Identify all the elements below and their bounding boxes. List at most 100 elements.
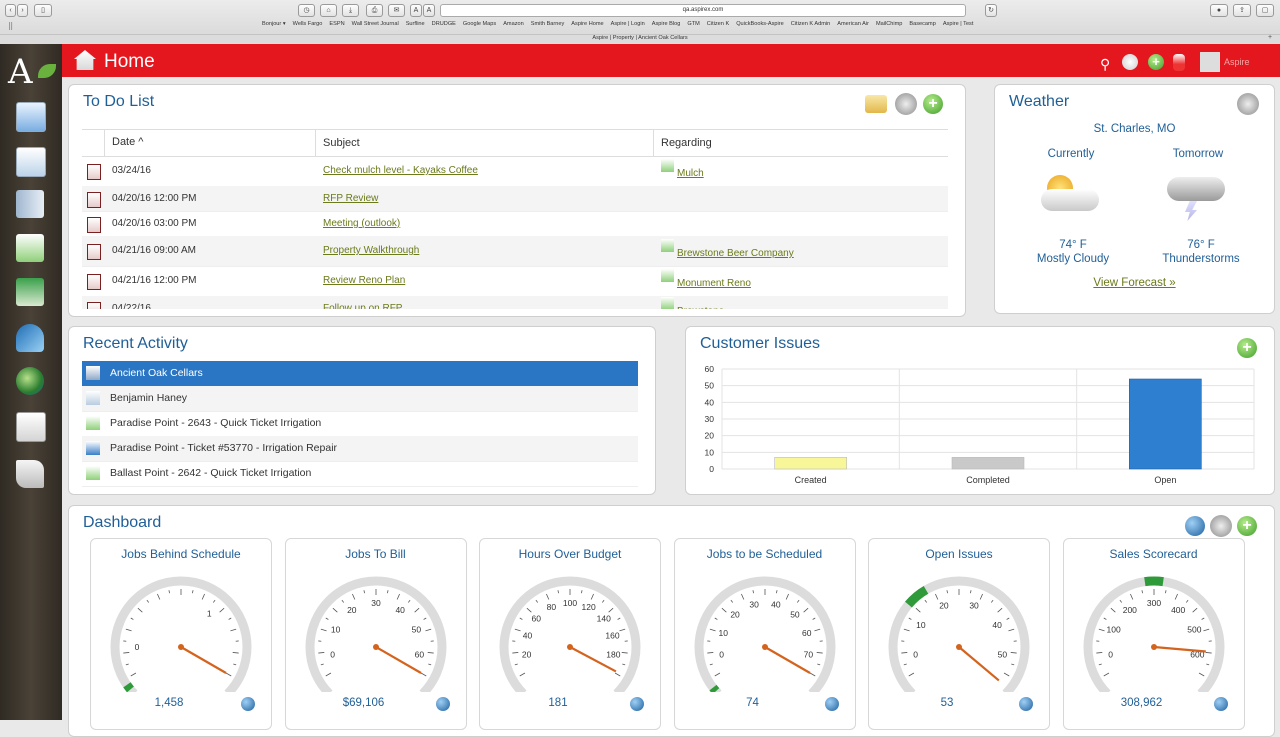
- bookmark-item[interactable]: Basecamp: [909, 21, 935, 31]
- forward-button[interactable]: ›: [17, 4, 28, 17]
- todo-regarding-link[interactable]: Brewstone Beer Company: [677, 248, 794, 259]
- bookmark-item[interactable]: Google Maps: [463, 21, 496, 31]
- table-row[interactable]: 04/21/16 09:00 AMProperty WalkthroughBre…: [82, 236, 948, 267]
- view-forecast-link[interactable]: View Forecast »: [995, 277, 1274, 289]
- back-button[interactable]: ‹: [5, 4, 16, 17]
- properties-icon[interactable]: [16, 190, 44, 218]
- mail-icon[interactable]: ✉: [388, 4, 405, 17]
- gauge-widget[interactable]: Jobs to be Scheduled74010203040506070: [674, 538, 856, 730]
- bookmark-item[interactable]: ESPN: [329, 21, 344, 31]
- bookmark-item[interactable]: DRUDGE: [432, 21, 456, 31]
- refresh-icon[interactable]: [1019, 697, 1033, 711]
- gauge-widget[interactable]: Hours Over Budget18120406080100120140160…: [479, 538, 661, 730]
- downloads-icon[interactable]: ⤓: [342, 4, 359, 17]
- clock-icon[interactable]: [1122, 54, 1138, 70]
- bookmark-item[interactable]: Citizen K Admin: [791, 21, 830, 31]
- todo-regarding-link[interactable]: Monument Reno: [677, 278, 751, 289]
- print-icon[interactable]: ⎙: [366, 4, 383, 17]
- bookmark-item[interactable]: GTM: [687, 21, 699, 31]
- bookmark-item[interactable]: QuickBooks-Aspire: [736, 21, 784, 31]
- reader-small-button[interactable]: A: [410, 4, 422, 17]
- bookmark-item[interactable]: Aspire Home: [571, 21, 603, 31]
- bookmarks-grid-icon[interactable]: ⣿: [8, 22, 13, 30]
- add-issue-icon[interactable]: +: [1237, 338, 1257, 358]
- list-item[interactable]: Ballast Point - 2642 - Quick Ticket Irri…: [82, 461, 638, 487]
- todo-regarding-link[interactable]: Mulch: [677, 168, 704, 179]
- tabs-icon[interactable]: ▢: [1256, 4, 1274, 17]
- list-item[interactable]: Paradise Point - 2643 - Quick Ticket Irr…: [82, 411, 638, 437]
- gauge-widget[interactable]: Jobs To Bill$69,1060102030405060: [285, 538, 467, 730]
- bookmark-item[interactable]: Amazon: [503, 21, 524, 31]
- list-item[interactable]: Ancient Oak Cellars: [82, 361, 638, 387]
- refresh-icon[interactable]: [1214, 697, 1228, 711]
- bar-completed[interactable]: [952, 457, 1024, 469]
- todo-subject-link[interactable]: Follow up on RFP: [323, 303, 402, 309]
- todo-subject-link[interactable]: Meeting (outlook): [323, 218, 400, 229]
- table-row[interactable]: 04/20/16 12:00 PMRFP Review: [82, 186, 948, 212]
- user-name[interactable]: Aspire: [1224, 57, 1250, 67]
- contacts-icon[interactable]: [16, 147, 46, 177]
- schedule-icon[interactable]: [16, 278, 44, 306]
- bookmark-item[interactable]: Citizen K: [707, 21, 729, 31]
- table-row[interactable]: 03/24/16Check mulch level - Kayaks Coffe…: [82, 156, 948, 187]
- bookmark-item[interactable]: Bonjour ▾: [262, 21, 286, 31]
- todo-regarding-link[interactable]: Brewstone: [677, 306, 724, 309]
- bar-open[interactable]: [1129, 379, 1201, 469]
- reports-icon[interactable]: [16, 367, 44, 395]
- avatar[interactable]: [1200, 52, 1220, 72]
- reader-large-button[interactable]: A: [423, 4, 435, 17]
- add-icon[interactable]: +: [1148, 54, 1164, 70]
- refresh-icon[interactable]: [630, 697, 644, 711]
- invoices-icon[interactable]: [16, 412, 46, 442]
- opportunities-icon[interactable]: [16, 234, 44, 262]
- table-row[interactable]: 04/20/16 03:00 PMMeeting (outlook): [82, 211, 948, 237]
- refresh-icon[interactable]: [241, 697, 255, 711]
- list-item[interactable]: Benjamin Haney: [82, 386, 638, 412]
- refresh-icon[interactable]: [825, 697, 839, 711]
- sidebar-toggle-icon[interactable]: ▯: [34, 4, 52, 17]
- bookmarks-bar: Bonjour ▾ Wells Fargo ESPN Wall Street Jour…: [262, 21, 973, 31]
- refresh-icon[interactable]: [436, 697, 450, 711]
- gauge-widget[interactable]: Sales Scorecard308,962010020030040050060…: [1063, 538, 1245, 730]
- receipts-icon[interactable]: [16, 460, 44, 488]
- weather-location: St. Charles, MO: [995, 123, 1274, 135]
- todo-subject-link[interactable]: Review Reno Plan: [323, 275, 405, 286]
- gear-icon[interactable]: [1210, 515, 1232, 537]
- bookmark-item[interactable]: Surfline: [406, 21, 425, 31]
- todo-subject-link[interactable]: Check mulch level - Kayaks Coffee: [323, 165, 478, 176]
- todo-subject-link[interactable]: Property Walkthrough: [323, 245, 419, 256]
- bookmark-item[interactable]: Aspire | Test: [943, 21, 974, 31]
- home-icon[interactable]: ⌂: [320, 4, 337, 17]
- list-item[interactable]: Paradise Point - Ticket #53770 - Irrigat…: [82, 436, 638, 462]
- address-bar[interactable]: qa.aspirex.com: [440, 4, 966, 17]
- bookmark-item[interactable]: Wall Street Journal: [352, 21, 399, 31]
- info-icon[interactable]: ●: [1210, 4, 1228, 17]
- bookmark-item[interactable]: Wells Fargo: [293, 21, 323, 31]
- table-row[interactable]: 04/22/16Follow up on RFPBrewstone: [82, 296, 948, 309]
- home-icon[interactable]: [74, 50, 96, 70]
- recent-activity-panel: Recent Activity Ancient Oak CellarsBenja…: [68, 326, 656, 495]
- calendar-icon[interactable]: [16, 102, 46, 132]
- new-tab-icon[interactable]: +: [1268, 34, 1272, 41]
- reload-icon[interactable]: ↻: [985, 4, 997, 17]
- gauge-tick: [220, 608, 224, 612]
- gear-icon[interactable]: [1237, 93, 1259, 115]
- todo-subject-link[interactable]: RFP Review: [323, 193, 378, 204]
- share-icon[interactable]: ⇪: [1233, 4, 1251, 17]
- bookmark-item[interactable]: Aspire Blog: [652, 21, 681, 31]
- refresh-all-icon[interactable]: [1185, 516, 1205, 536]
- bar-created[interactable]: [775, 457, 847, 469]
- bookmark-item[interactable]: American Air: [837, 21, 869, 31]
- bookmark-item[interactable]: Smith Barney: [531, 21, 565, 31]
- history-icon[interactable]: ◷: [298, 4, 315, 17]
- add-widget-icon[interactable]: +: [1237, 516, 1257, 536]
- gauge-widget[interactable]: Open Issues5301020304050: [868, 538, 1050, 730]
- alerts-icon[interactable]: [1173, 54, 1185, 71]
- routes-icon[interactable]: [16, 324, 44, 352]
- table-row[interactable]: 04/21/16 12:00 PMReview Reno PlanMonumen…: [82, 266, 948, 297]
- bookmark-item[interactable]: MailChimp: [876, 21, 902, 31]
- gauge-widget[interactable]: Jobs Behind Schedule1,45801: [90, 538, 272, 730]
- bookmark-item[interactable]: Aspire | Login: [611, 21, 645, 31]
- gauge-tick: [428, 664, 431, 665]
- search-icon[interactable]: ⚲: [1100, 56, 1110, 73]
